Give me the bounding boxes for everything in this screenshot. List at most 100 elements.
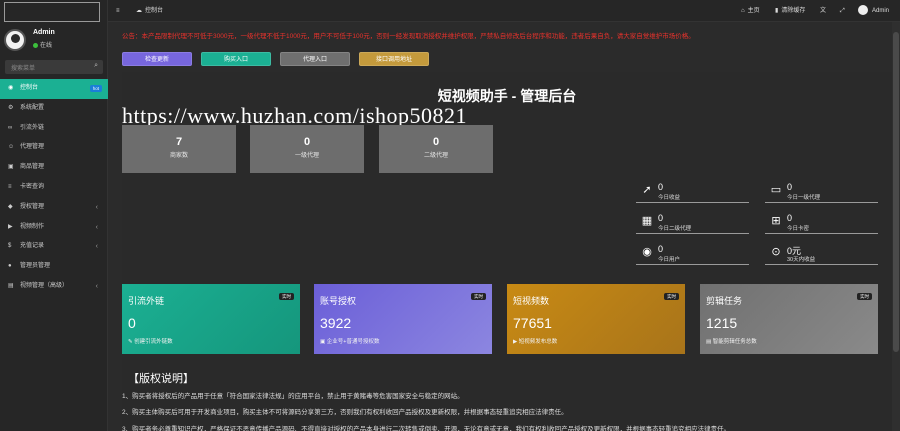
sidebar-item-label: 管理员管理 bbox=[20, 263, 51, 270]
mini-stat-today-users: ◉ 0 今日用户 bbox=[636, 242, 749, 265]
users-icon: ☺ bbox=[8, 144, 15, 151]
copyright-title: 【版权说明】 bbox=[128, 373, 194, 385]
card-title: 引流外链 bbox=[128, 296, 165, 306]
mini-stat-value: 0 bbox=[787, 182, 793, 192]
sidebar-item-system-config[interactable]: ⚙ 系统配置 bbox=[0, 99, 108, 119]
topbar-user-name: Admin bbox=[872, 8, 890, 14]
calendar-icon: ▦ bbox=[641, 215, 653, 227]
chevron-left-icon: ‹ bbox=[95, 203, 98, 211]
avatar bbox=[4, 29, 26, 51]
dashboard-panel: 短视频助手 - 管理后台 https://www.huzhan.com/isho… bbox=[122, 72, 892, 431]
copyright-line: 2、购买主体购买后可用于开发商业项目，购买主体不可将源码分享第三方，否则我们有权… bbox=[122, 409, 568, 416]
api-address-button[interactable]: 接口调用地址 bbox=[359, 52, 429, 66]
sidebar-item-products[interactable]: ▣ 商品管理 bbox=[0, 158, 108, 178]
rocket-icon: ➚ bbox=[642, 184, 652, 196]
menu-toggle-icon[interactable]: ≡ bbox=[116, 0, 120, 22]
stat-label: 二级代理 bbox=[423, 153, 448, 159]
sidebar-item-video-make[interactable]: ▶ 视频制作 ‹ bbox=[0, 218, 108, 238]
topbar-avatar bbox=[858, 5, 868, 16]
tab-dashboard-label: 控制台 bbox=[145, 8, 164, 14]
clear-cache-button[interactable]: ▮ 清除缓存 bbox=[775, 0, 805, 22]
card-badge: 实时 bbox=[664, 293, 679, 300]
card-subtitle-text: 企业号+普通号授权数 bbox=[326, 339, 380, 345]
sidebar-item-label: 引流外链 bbox=[20, 124, 45, 131]
mini-stat-value: 0 bbox=[658, 182, 664, 192]
card-subtitle: ▤ 智能剪辑任务总数 bbox=[706, 337, 757, 345]
page-scrollbar[interactable] bbox=[892, 22, 900, 431]
chevron-left-icon: ‹ bbox=[95, 282, 98, 290]
key-icon: ≡ bbox=[8, 183, 12, 190]
stat-value: 0 bbox=[432, 136, 440, 148]
chevron-left-icon: ‹ bbox=[95, 223, 98, 231]
card-value: 77651 bbox=[513, 315, 552, 331]
sidebar-item-label: 授权管理 bbox=[20, 203, 45, 210]
sidebar-item-label: 视频制作 bbox=[20, 223, 45, 230]
card-title: 账号授权 bbox=[320, 296, 357, 306]
film-icon: ▤ bbox=[706, 339, 713, 345]
mini-stat-30day-income: ⊙ 0元 30天内收益 bbox=[765, 242, 878, 265]
hot-badge: hot bbox=[89, 85, 102, 92]
sidebar-item-label: 卡密查询 bbox=[20, 183, 45, 190]
home-link[interactable]: ⌂ 主页 bbox=[741, 0, 760, 22]
sidebar-item-auth[interactable]: ◆ 授权管理 ‹ bbox=[0, 198, 108, 218]
agent-entry-button[interactable]: 代理入口 bbox=[280, 52, 350, 66]
mini-stat-value: 0 bbox=[658, 244, 664, 254]
user-status-label: 在线 bbox=[40, 43, 53, 49]
language-icon[interactable]: 文 bbox=[820, 0, 826, 22]
card-badge: 实时 bbox=[471, 293, 486, 300]
sidebar-item-card-query[interactable]: ≡ 卡密查询 bbox=[0, 178, 108, 198]
mini-stat-today-income: ➚ 0 今日收益 bbox=[636, 180, 749, 203]
sidebar-item-video-admin[interactable]: ▤ 视频管理（高级） ‹ bbox=[0, 277, 108, 297]
card-badge: 实时 bbox=[857, 293, 872, 300]
sidebar-item-label: 视频管理（高级） bbox=[20, 282, 69, 289]
stat-level2-agents: 0 二级代理 bbox=[379, 125, 493, 173]
card-subtitle: ▶ 短视频发布总数 bbox=[513, 337, 557, 345]
stat-value: 0 bbox=[303, 136, 311, 148]
buy-entry-button[interactable]: 购买入口 bbox=[201, 52, 271, 66]
home-icon: ⌂ bbox=[741, 8, 745, 14]
user-panel: Admin 在线 bbox=[0, 24, 108, 56]
home-label: 主页 bbox=[747, 8, 760, 14]
user-card-icon: ▣ bbox=[320, 339, 327, 345]
copyright-line: 3、购买者务必尊重知识产权，严格保证不恶意传播产品源码、不得直接对授权的产品本身… bbox=[122, 426, 731, 431]
calendar-plus-icon: ⊞ bbox=[771, 215, 781, 227]
sidebar-item-admins[interactable]: ● 管理员管理 bbox=[0, 257, 108, 277]
mini-stat-label: 今日一级代理 bbox=[787, 195, 821, 201]
admin-icon: ● bbox=[8, 263, 12, 270]
user-menu[interactable]: Admin bbox=[858, 0, 889, 22]
sidebar-search[interactable]: 搜索菜单 ⌕ bbox=[5, 60, 103, 74]
card-title: 短视频数 bbox=[513, 296, 550, 306]
scrollbar-thumb[interactable] bbox=[893, 32, 899, 352]
card-subtitle-text: 创建引流外链数 bbox=[134, 339, 173, 345]
card-value: 1215 bbox=[706, 315, 738, 331]
coin-icon: ⊙ bbox=[771, 246, 781, 258]
video-icon: ▶ bbox=[8, 223, 13, 230]
stat-value: 7 bbox=[175, 136, 183, 148]
sidebar-menu: ◉ 控制台 hot ⚙ 系统配置 ∞ 引流外链 ☺ 代理管理 ▣ 商品管理 ≡ 卡密查询 ◆ 授… bbox=[0, 79, 108, 297]
card-videos: 短视频数 实时 77651 ▶ 短视频发布总数 bbox=[507, 284, 685, 354]
sidebar-item-recharge[interactable]: $ 充值记录 ‹ bbox=[0, 237, 108, 257]
sidebar-item-label: 代理管理 bbox=[20, 144, 45, 151]
film-icon: ▤ bbox=[8, 282, 14, 289]
sidebar-item-label: 系统配置 bbox=[20, 104, 45, 111]
logo[interactable] bbox=[4, 2, 100, 22]
fullscreen-icon[interactable]: ⤢ bbox=[840, 0, 845, 22]
shield-icon: ◆ bbox=[8, 203, 13, 210]
id-card-icon: ▭ bbox=[770, 184, 782, 196]
check-update-button[interactable]: 检查更新 bbox=[122, 52, 192, 66]
sidebar-item-dashboard[interactable]: ◉ 控制台 hot bbox=[0, 79, 108, 99]
sidebar-item-agents[interactable]: ☺ 代理管理 bbox=[0, 138, 108, 158]
mini-stat-label: 今日卡密 bbox=[787, 226, 810, 232]
tab-dashboard[interactable]: ☁ 控制台 bbox=[136, 0, 163, 22]
sidebar-item-label: 控制台 bbox=[20, 85, 39, 91]
card-value: 0 bbox=[128, 315, 136, 331]
card-subtitle-text: 短视频发布总数 bbox=[518, 339, 558, 345]
search-icon[interactable]: ⌕ bbox=[94, 62, 98, 70]
trash-icon: ▮ bbox=[775, 8, 779, 14]
gear-icon: ⚙ bbox=[8, 104, 14, 111]
mini-stat-label: 30天内收益 bbox=[787, 257, 816, 263]
sidebar-item-links[interactable]: ∞ 引流外链 bbox=[0, 119, 108, 139]
dashboard-icon: ☁ bbox=[136, 8, 142, 14]
search-placeholder[interactable]: 搜索菜单 bbox=[11, 63, 35, 72]
card-value: 3922 bbox=[320, 315, 352, 331]
